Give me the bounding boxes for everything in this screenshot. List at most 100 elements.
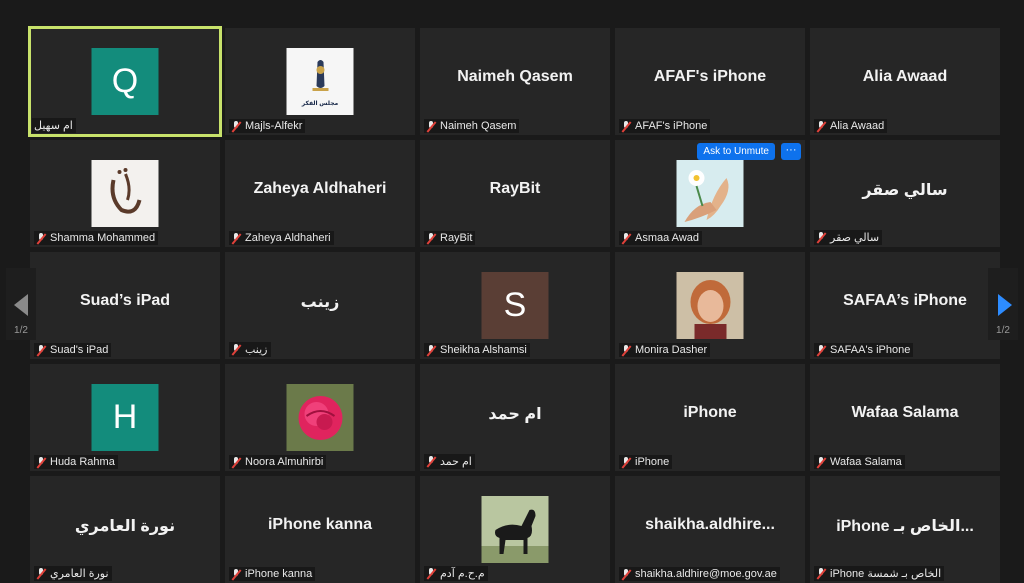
participant-tile[interactable]: زينب زينب — [225, 252, 415, 359]
muted-mic-icon — [231, 232, 241, 244]
rose-photo-icon — [286, 384, 354, 451]
avatar: S — [481, 272, 549, 339]
more-options-button[interactable]: ··· — [781, 143, 801, 160]
participant-tile[interactable]: iPhone kanna iPhone kanna — [225, 476, 415, 583]
participant-name: سالي صقر — [830, 232, 880, 244]
participant-name: Naimeh Qasem — [440, 120, 517, 132]
participant-name: Huda Rahma — [50, 456, 115, 468]
participant-name-label: AFAF's iPhone — [619, 119, 711, 133]
participant-name-label: Zaheya Aldhaheri — [229, 231, 334, 245]
avatar: مجلس الفكر — [286, 48, 354, 115]
participant-tile[interactable]: نورة العامري نورة العامري — [30, 476, 220, 583]
participant-tile[interactable]: Monira Dasher — [615, 252, 805, 359]
participant-name: Alia Awaad — [830, 120, 885, 132]
participant-name: زينب — [245, 344, 268, 356]
participant-display-name: Suad’s iPad — [79, 292, 171, 309]
muted-mic-icon — [36, 232, 46, 244]
participant-name-label: shaikha.aldhire@moe.gov.ae — [619, 567, 780, 581]
participant-name-label: SAFAA's iPhone — [814, 343, 914, 357]
participant-name: iPhone kanna — [245, 568, 313, 580]
participant-display-name: iPhone kanna — [267, 516, 373, 533]
participant-tile[interactable]: Ask to Unmute ··· Asmaa Awad — [615, 140, 805, 247]
participant-name: Majls-Alfekr — [245, 120, 303, 132]
participant-tile[interactable]: H Huda Rahma — [30, 364, 220, 471]
participant-tile[interactable]: Zaheya Aldhaheri Zaheya Aldhaheri — [225, 140, 415, 247]
avatar — [676, 272, 744, 339]
muted-mic-icon — [621, 456, 631, 468]
participant-display-name: shaikha.aldhire... — [645, 516, 775, 533]
avatar — [286, 384, 354, 451]
participant-name: shaikha.aldhire@moe.gov.ae — [635, 568, 777, 580]
participant-tile[interactable]: م.ح.م آدم — [420, 476, 610, 583]
participant-display-name: نورة العامري — [74, 518, 176, 535]
participant-name: RayBit — [440, 232, 473, 244]
participant-name-label: Noora Almuhirbi — [229, 455, 327, 469]
muted-mic-icon — [621, 568, 631, 580]
participant-display-name: Alia Awaad — [862, 68, 948, 85]
participant-tile[interactable]: Wafaa Salama Wafaa Salama — [810, 364, 1000, 471]
participant-display-name: iPhone — [683, 404, 737, 421]
participant-name: Sheikha Alshamsi — [440, 344, 527, 356]
muted-mic-icon — [816, 568, 826, 579]
participant-tile[interactable]: سالي صقر سالي صقر — [810, 140, 1000, 247]
participant-name-label: نورة العامري — [34, 566, 112, 581]
participant-tile[interactable]: ام حمد ام حمد — [420, 364, 610, 471]
muted-mic-icon — [426, 232, 436, 244]
participant-display-name: Wafaa Salama — [851, 404, 959, 421]
avatar — [676, 160, 744, 227]
participant-tile[interactable]: AFAF's iPhone AFAF's iPhone — [615, 28, 805, 135]
participant-tile[interactable]: Noora Almuhirbi — [225, 364, 415, 471]
participant-name-label: iPhone kanna — [229, 567, 316, 581]
participant-name: م.ح.م آدم — [440, 568, 485, 580]
participant-tile[interactable]: shaikha.aldhire... shaikha.aldhire@moe.g… — [615, 476, 805, 583]
logo-text: مجلس الفكر — [301, 101, 339, 107]
participant-display-name: AFAF's iPhone — [653, 68, 767, 85]
muted-mic-icon — [36, 456, 46, 468]
muted-mic-icon — [621, 120, 631, 132]
muted-mic-icon — [36, 568, 46, 579]
participant-tile[interactable]: RayBit RayBit — [420, 140, 610, 247]
participant-name-label: م.ح.م آدم — [424, 566, 488, 581]
participant-name: Shamma Mohammed — [50, 232, 156, 244]
participant-name: AFAF's iPhone — [635, 120, 708, 132]
muted-mic-icon — [621, 344, 631, 356]
participant-tile[interactable]: Alia Awaad Alia Awaad — [810, 28, 1000, 135]
participant-name-label: Naimeh Qasem — [424, 119, 520, 133]
participant-tile[interactable]: SAFAA’s iPhone SAFAA's iPhone — [810, 252, 1000, 359]
participant-tile[interactable]: iPhone الخاص بـ... iPhone الخاص بـ شمسة — [810, 476, 1000, 583]
participant-tile[interactable]: S Sheikha Alshamsi — [420, 252, 610, 359]
participant-name: Monira Dasher — [635, 344, 708, 356]
next-page-button[interactable]: 1/2 — [988, 268, 1018, 340]
participant-tile[interactable]: iPhone iPhone — [615, 364, 805, 471]
participant-name-label: ام سهيل — [32, 118, 76, 133]
participant-name: Zaheya Aldhaheri — [245, 232, 331, 244]
chevron-left-icon — [14, 294, 28, 316]
participant-name-label: Alia Awaad — [814, 119, 888, 133]
muted-mic-icon — [816, 232, 826, 243]
participant-name: Suad's iPad — [50, 344, 109, 356]
participant-display-name: RayBit — [489, 180, 541, 197]
avatar: H — [91, 384, 159, 451]
participant-display-name: iPhone الخاص بـ... — [836, 518, 974, 535]
ask-to-unmute-button[interactable]: Ask to Unmute — [697, 143, 775, 160]
muted-mic-icon — [816, 344, 826, 356]
participant-tile[interactable]: مجلس الفكر Majls-Alfekr — [225, 28, 415, 135]
participant-name-label: زينب — [229, 342, 271, 357]
participant-tile[interactable]: Shamma Mohammed — [30, 140, 220, 247]
muted-mic-icon — [816, 456, 826, 468]
participant-name-label: سالي صقر — [814, 230, 883, 245]
participant-tile[interactable]: Q ام سهيل — [28, 26, 222, 137]
muted-mic-icon — [426, 568, 436, 579]
muted-mic-icon — [816, 120, 826, 132]
muted-mic-icon — [426, 120, 436, 132]
participant-name: SAFAA's iPhone — [830, 344, 911, 356]
participant-tile[interactable]: Suad’s iPad Suad's iPad — [30, 252, 220, 359]
muted-mic-icon — [621, 232, 631, 244]
participant-display-name: سالي صقر — [862, 182, 948, 199]
participant-tile[interactable]: Naimeh Qasem Naimeh Qasem — [420, 28, 610, 135]
avatar — [91, 160, 159, 227]
participant-name-label: Suad's iPad — [34, 343, 112, 357]
previous-page-button[interactable]: 1/2 — [6, 268, 36, 340]
participant-name: iPhone الخاص بـ شمسة — [830, 568, 942, 580]
participant-name: نورة العامري — [50, 568, 109, 580]
